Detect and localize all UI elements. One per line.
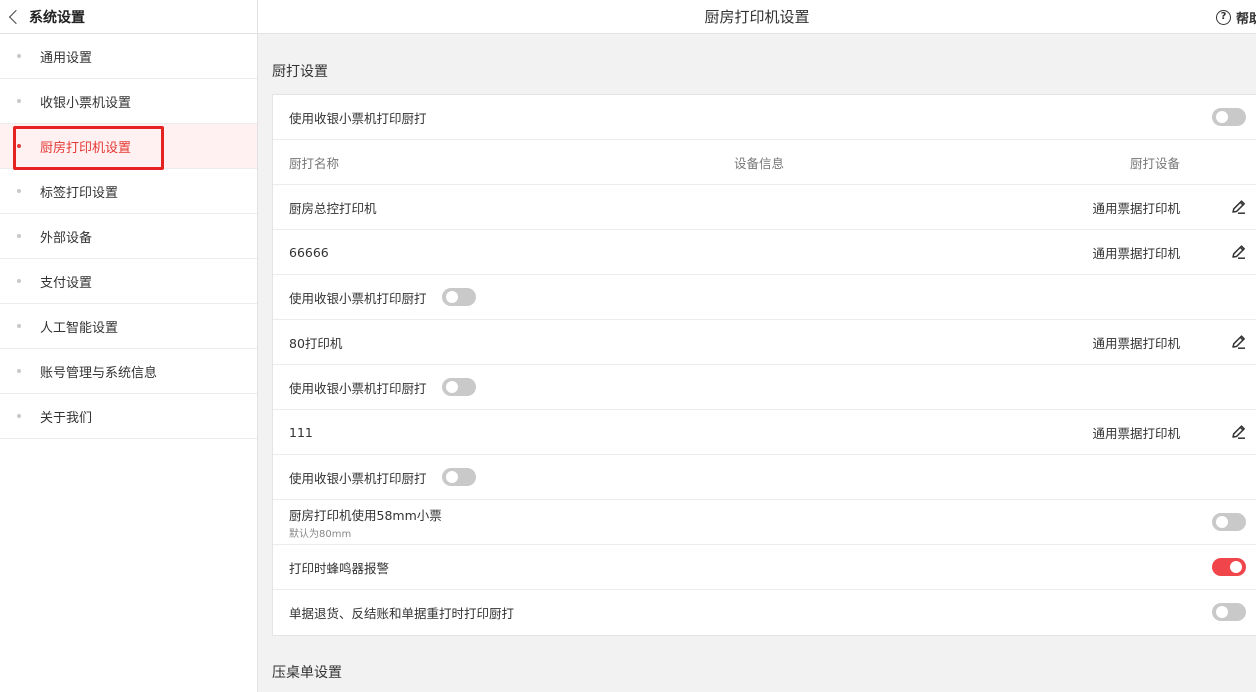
setting-row-use-receipt: 使用收银小票机打印厨打 bbox=[273, 95, 1256, 140]
printer-sub-option: 使用收银小票机打印厨打 bbox=[273, 365, 1256, 410]
printer-use-receipt-toggle[interactable] bbox=[441, 378, 476, 396]
bullet-icon bbox=[17, 54, 21, 58]
help-button[interactable]: ? 帮助 bbox=[1216, 0, 1256, 34]
sidebar-item-about[interactable]: 关于我们 bbox=[0, 394, 257, 439]
bullet-icon bbox=[17, 279, 21, 283]
printer-sub-option: 使用收银小票机打印厨打 bbox=[273, 455, 1256, 500]
bullet-icon bbox=[17, 234, 21, 238]
bullet-icon bbox=[17, 324, 21, 328]
help-label: 帮助 bbox=[1236, 11, 1256, 27]
sidebar-item-label: 账号管理与系统信息 bbox=[40, 365, 158, 381]
bullet-icon bbox=[17, 414, 21, 418]
bullet-icon bbox=[17, 99, 21, 103]
main-content: 厨打设置 使用收银小票机打印厨打 厨打名称 设备信息 厨打设备 厨房总控打印机 … bbox=[259, 34, 1256, 692]
sidebar-item-label: 通用设置 bbox=[40, 50, 93, 66]
sidebar-item-label: 标签打印设置 bbox=[40, 185, 119, 201]
buzzer-toggle[interactable] bbox=[1212, 558, 1246, 576]
pencil-icon[interactable] bbox=[1230, 243, 1248, 261]
kitchen-settings-panel: 使用收银小票机打印厨打 厨打名称 设备信息 厨打设备 厨房总控打印机 通用票据打… bbox=[272, 94, 1256, 636]
setting-label: 厨房打印机使用58mm小票 bbox=[289, 507, 442, 523]
printer-name: 厨房总控打印机 bbox=[289, 200, 377, 216]
back-title: 系统设置 bbox=[29, 10, 85, 26]
table-row[interactable]: 80打印机 通用票据打印机 bbox=[273, 320, 1256, 365]
sidebar-item-label: 支付设置 bbox=[40, 275, 93, 291]
pencil-icon[interactable] bbox=[1230, 333, 1248, 351]
setting-label: 使用收银小票机打印厨打 bbox=[289, 110, 427, 126]
printer-device: 通用票据打印机 bbox=[1092, 425, 1180, 441]
pencil-icon[interactable] bbox=[1230, 198, 1248, 216]
sub-option-label: 使用收银小票机打印厨打 bbox=[289, 470, 427, 486]
sidebar-item-general[interactable]: 通用设置 bbox=[0, 34, 257, 79]
sidebar: 通用设置 收银小票机设置 厨房打印机设置 标签打印设置 外部设备 支付设置 人工… bbox=[0, 34, 258, 692]
sidebar-item-kitchen-printer[interactable]: 厨房打印机设置 bbox=[0, 124, 257, 170]
sidebar-item-external-devices[interactable]: 外部设备 bbox=[0, 214, 257, 259]
pencil-icon[interactable] bbox=[1230, 423, 1248, 441]
sidebar-item-label: 外部设备 bbox=[40, 230, 93, 246]
sidebar-item-ai[interactable]: 人工智能设置 bbox=[0, 304, 257, 349]
printer-sub-option: 使用收银小票机打印厨打 bbox=[273, 275, 1256, 320]
setting-label: 单据退货、反结账和单据重打时打印厨打 bbox=[289, 606, 515, 621]
setting-row-58mm: 厨房打印机使用58mm小票 默认为80mm bbox=[273, 500, 1256, 545]
chevron-left-icon[interactable] bbox=[8, 9, 24, 25]
sub-option-label: 使用收银小票机打印厨打 bbox=[289, 380, 427, 396]
sidebar-item-label-printing[interactable]: 标签打印设置 bbox=[0, 169, 257, 214]
printer-device: 通用票据打印机 bbox=[1092, 200, 1180, 216]
setting-row-reprint: 单据退货、反结账和单据重打时打印厨打 bbox=[273, 590, 1256, 635]
column-header-info: 设备信息 bbox=[734, 155, 785, 171]
sidebar-item-payment[interactable]: 支付设置 bbox=[0, 259, 257, 304]
table-header: 厨打名称 设备信息 厨打设备 bbox=[273, 140, 1256, 185]
sidebar-item-label: 关于我们 bbox=[40, 410, 93, 426]
table-row[interactable]: 111 通用票据打印机 bbox=[273, 410, 1256, 455]
sub-option-label: 使用收银小票机打印厨打 bbox=[289, 290, 427, 306]
sidebar-item-account[interactable]: 账号管理与系统信息 bbox=[0, 349, 257, 394]
table-row[interactable]: 厨房总控打印机 通用票据打印机 bbox=[273, 185, 1256, 230]
bullet-icon bbox=[17, 189, 21, 193]
page-title: 厨房打印机设置 bbox=[704, 8, 810, 26]
back-button[interactable]: 系统设置 bbox=[0, 0, 258, 34]
printer-use-receipt-toggle[interactable] bbox=[441, 468, 476, 486]
section-title-table-slip: 压桌单设置 bbox=[272, 665, 342, 681]
sidebar-item-receipt-printer[interactable]: 收银小票机设置 bbox=[0, 79, 257, 124]
setting-text-stack: 厨房打印机使用58mm小票 默认为80mm bbox=[289, 505, 442, 540]
section-title-kitchen: 厨打设置 bbox=[272, 64, 328, 80]
printer-name: 66666 bbox=[289, 244, 329, 260]
printer-use-receipt-toggle[interactable] bbox=[441, 288, 476, 306]
bullet-icon bbox=[17, 369, 21, 373]
top-bar: 系统设置 厨房打印机设置 ? 帮助 bbox=[0, 0, 1256, 34]
question-circle-icon: ? bbox=[1216, 9, 1231, 25]
use-receipt-toggle[interactable] bbox=[1212, 108, 1246, 126]
sidebar-item-label: 厨房打印机设置 bbox=[40, 140, 132, 156]
printer-name: 80打印机 bbox=[289, 335, 343, 351]
table-row[interactable]: 66666 通用票据打印机 bbox=[273, 230, 1256, 275]
sidebar-item-label: 收银小票机设置 bbox=[40, 95, 132, 111]
printer-name: 111 bbox=[289, 424, 313, 440]
58mm-toggle[interactable] bbox=[1212, 513, 1246, 531]
printer-device: 通用票据打印机 bbox=[1092, 245, 1180, 261]
sidebar-item-label: 人工智能设置 bbox=[40, 320, 119, 336]
reprint-toggle[interactable] bbox=[1212, 603, 1246, 621]
setting-row-buzzer: 打印时蜂鸣器报警 bbox=[273, 545, 1256, 590]
setting-label: 打印时蜂鸣器报警 bbox=[289, 560, 390, 576]
bullet-icon bbox=[17, 144, 21, 148]
column-header-name: 厨打名称 bbox=[289, 155, 340, 171]
printer-device: 通用票据打印机 bbox=[1092, 335, 1180, 351]
column-header-device: 厨打设备 bbox=[1129, 155, 1180, 171]
setting-hint: 默认为80mm bbox=[289, 528, 352, 540]
